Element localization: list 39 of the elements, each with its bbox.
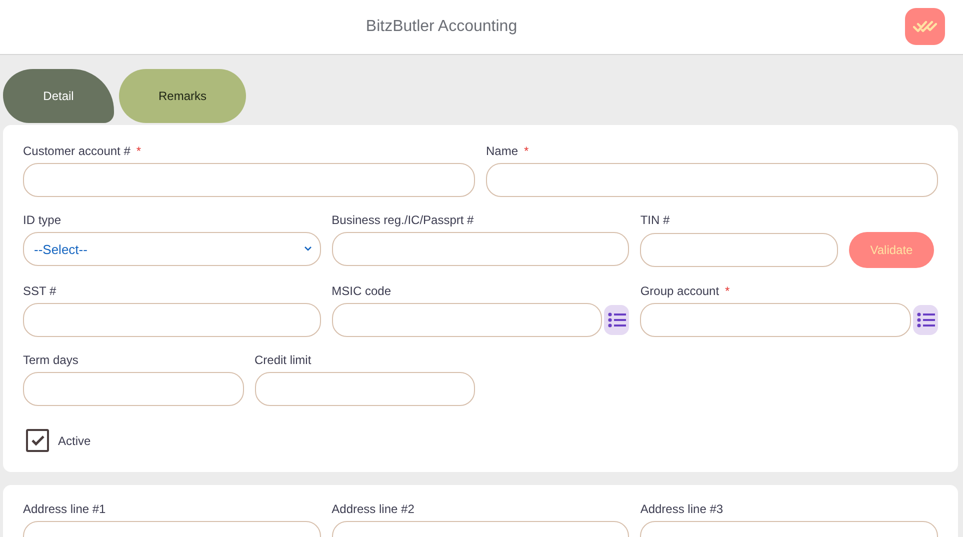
input-field[interactable] [332, 303, 602, 337]
select-field[interactable]: --Select-- [23, 232, 321, 266]
tab[interactable]: Detail [3, 69, 114, 123]
field-label: SST # [23, 284, 56, 298]
list-icon [608, 312, 626, 328]
input-field[interactable] [23, 372, 244, 406]
checkbox[interactable] [26, 429, 49, 452]
double-check-button[interactable] [905, 8, 945, 45]
field-label: Credit limit [254, 353, 312, 367]
checkbox-label: Active [58, 434, 91, 448]
list-button[interactable] [604, 305, 630, 335]
field-label: Group account [640, 284, 720, 298]
field-label: ID type [23, 213, 62, 227]
required-mark: * [136, 144, 142, 158]
input-field[interactable] [332, 232, 630, 266]
required-mark: * [725, 284, 730, 298]
input-field[interactable] [486, 163, 938, 197]
chevron-down-icon [304, 246, 312, 252]
field-label: Business reg./IC/Passprt # [332, 213, 474, 227]
check-icon [30, 435, 44, 446]
input-field[interactable] [23, 303, 321, 337]
field-label: MSIC code [332, 284, 392, 298]
field-label: Address line #2 [332, 502, 414, 516]
field-label: Name [486, 144, 518, 158]
input-field[interactable] [640, 233, 838, 267]
input-field[interactable] [640, 303, 911, 337]
required-mark: * [524, 144, 529, 158]
input-field[interactable] [23, 163, 475, 197]
list-icon [916, 312, 934, 328]
field-label: TIN # [640, 213, 670, 227]
field-label: Term days [23, 353, 78, 367]
input-field[interactable] [254, 372, 475, 406]
field-label: Address line #1 [23, 502, 106, 516]
app-title: BitzButler Accounting [366, 18, 518, 36]
list-button[interactable] [913, 305, 938, 335]
double-check-icon [913, 20, 937, 34]
tab[interactable]: Remarks [119, 69, 246, 123]
field-label: Customer account # [23, 144, 130, 158]
field-label: Address line #3 [640, 502, 724, 516]
